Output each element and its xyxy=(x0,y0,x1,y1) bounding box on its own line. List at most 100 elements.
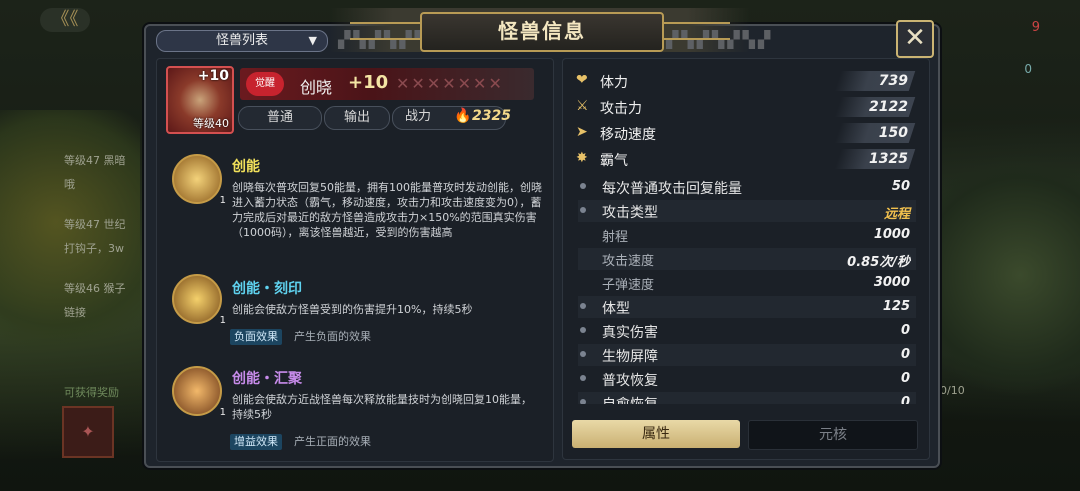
portrait-level: 等级40 xyxy=(193,117,229,130)
title-wing-right xyxy=(660,22,730,40)
skill-3-desc: 创能会使敌方近战怪兽每次释放能量技时为创晓回复10能量，持续5秒 xyxy=(232,393,532,421)
back-button[interactable]: 《《 xyxy=(40,8,90,32)
sub-stat-value: 0 xyxy=(900,347,910,362)
rarity-tag: 普通 xyxy=(238,106,322,130)
window-title: 怪兽信息 xyxy=(420,12,664,52)
sub-stat-label: 射程 xyxy=(602,230,629,245)
stat-value: 739 xyxy=(878,73,908,89)
chevron-down-icon: ▼ xyxy=(308,34,317,47)
sub-stat-row: 射程 1000 xyxy=(578,224,916,246)
power-label: 战力 xyxy=(404,109,431,124)
role-tag: 输出 xyxy=(324,106,390,130)
banner-pattern: ✕✕✕✕✕✕✕ xyxy=(396,74,504,93)
bullet xyxy=(580,183,586,189)
stat-label: 霸气 xyxy=(600,153,628,169)
monster-name: 创晓 xyxy=(300,78,333,97)
skill-1-icon[interactable]: 1 xyxy=(172,154,226,206)
bullet xyxy=(580,207,586,213)
background-text: 打钩子，3w xyxy=(64,242,124,255)
sub-stat-value: 1000 xyxy=(873,227,910,242)
skill-1-desc: 创晓每次普攻回复50能量，拥有100能量普攻时发动创能，创晓进入蓄力状态（霸气，… xyxy=(232,181,542,239)
buff-tag: 增益效果 xyxy=(230,434,282,450)
buff-tag-desc: 产生正面的效果 xyxy=(294,435,371,448)
stat-label: 移动速度 xyxy=(600,127,656,143)
bullet xyxy=(580,375,586,381)
sub-stat-value: 50 xyxy=(891,179,910,194)
sub-stat-label: 子弹速度 xyxy=(602,278,655,293)
sub-stat-row: 真实伤害 0 xyxy=(578,320,916,342)
bullet xyxy=(580,351,586,357)
sub-stat-label: 体型 xyxy=(602,301,630,317)
stat-row-attack: ⚔ 攻击力 2122 xyxy=(572,96,916,118)
sub-stat-row: 攻击类型 远程 xyxy=(578,200,916,222)
stat-value: 150 xyxy=(878,125,908,141)
skill-3-icon[interactable]: 1 xyxy=(172,366,226,418)
sub-stat-value: 远程 xyxy=(883,207,910,222)
background-counter: 9 xyxy=(1031,20,1040,35)
monster-plus: +10 xyxy=(348,72,389,93)
stat-row-hp: ❤ 体力 739 xyxy=(572,70,916,92)
bullet xyxy=(580,303,586,309)
close-button[interactable]: ✕ xyxy=(896,20,934,58)
stat-label: 体力 xyxy=(600,75,628,91)
sub-stat-label: 生物屏障 xyxy=(602,349,658,365)
background-text: 等级47 黑暗 xyxy=(64,154,126,167)
sub-stat-value: 0.85次/秒 xyxy=(847,255,910,270)
monster-portrait[interactable]: +10 等级40 xyxy=(166,66,234,134)
debuff-tag-desc: 产生负面的效果 xyxy=(294,330,371,343)
skill-3-title: 创能・汇聚 xyxy=(232,371,302,387)
sub-stat-label: 普攻恢复 xyxy=(602,373,658,389)
sub-stat-label: 每次普通攻击回复能量 xyxy=(602,181,742,197)
bullet xyxy=(580,327,586,333)
tab-attributes[interactable]: 属性 xyxy=(572,420,740,448)
monster-list-dropdown[interactable]: 怪兽列表 ▼ xyxy=(156,30,328,52)
stat-label: 攻击力 xyxy=(600,101,642,117)
sub-stat-value: 125 xyxy=(882,299,910,314)
skill-count: 1 xyxy=(219,315,226,326)
skill-2-desc: 创能会使敌方怪兽受到的伤害提升10%，持续5秒 xyxy=(232,303,473,316)
background-text: 等级46 猴子 xyxy=(64,282,126,295)
sub-stat-label: 真实伤害 xyxy=(602,325,658,341)
speed-icon: ➤ xyxy=(576,124,588,140)
skill-1-title: 创能 xyxy=(232,159,260,175)
background-tree-right xyxy=(930,140,1080,410)
sub-stat-label: 攻击速度 xyxy=(602,254,655,269)
debuff-tag: 负面效果 xyxy=(230,329,282,345)
stat-row-move-speed: ➤ 移动速度 150 xyxy=(572,122,916,144)
sub-stat-row: 生物屏障 0 xyxy=(578,344,916,366)
sub-stat-row: 每次普通攻击回复能量 50 xyxy=(578,176,916,198)
title-wing-left xyxy=(350,22,420,40)
sword-icon: ⚔ xyxy=(576,98,589,114)
background-text: 可获得奖励 xyxy=(64,386,119,399)
claw-icon: ✸ xyxy=(576,150,588,166)
skill-2-icon[interactable]: 1 xyxy=(172,274,226,326)
sub-stat-label: 自愈恢复 xyxy=(602,394,658,404)
skill-count: 1 xyxy=(219,195,226,206)
skill-2-title: 创能・刻印 xyxy=(232,281,302,297)
sub-stat-row: 攻击速度 0.85次/秒 xyxy=(578,248,916,270)
sub-stat-value: 0 xyxy=(900,371,910,386)
reward-card[interactable]: ✦ xyxy=(62,406,114,458)
sub-stat-value: 0 xyxy=(900,395,910,404)
heart-icon: ❤ xyxy=(576,72,588,88)
sub-stat-row: 普攻恢复 0 xyxy=(578,368,916,390)
sub-stat-row: 体型 125 xyxy=(578,296,916,318)
sub-stat-label: 攻击类型 xyxy=(602,205,658,221)
sub-stat-row: 子弹速度 3000 xyxy=(578,272,916,294)
background-text: 哦 xyxy=(64,178,75,191)
background-counter: 0 xyxy=(1024,62,1032,76)
tab-core[interactable]: 元核 xyxy=(748,420,918,450)
background-text: 链接 xyxy=(64,306,86,319)
close-icon: ✕ xyxy=(904,23,926,53)
stat-value: 2122 xyxy=(869,99,908,115)
dropdown-label: 怪兽列表 xyxy=(215,33,268,48)
portrait-plus: +10 xyxy=(197,68,229,84)
awaken-badge: 觉醒 xyxy=(246,72,284,96)
sub-stat-value: 0 xyxy=(900,323,910,338)
background-text: 等级47 世纪 xyxy=(64,218,126,231)
background-counter: 0/10 xyxy=(940,384,965,397)
sub-stat-row: 自愈恢复 0 xyxy=(578,392,916,404)
power-value: 2325 xyxy=(472,108,511,124)
stat-row-dominance: ✸ 霸气 1325 xyxy=(572,148,916,170)
stat-value: 1325 xyxy=(869,151,908,167)
